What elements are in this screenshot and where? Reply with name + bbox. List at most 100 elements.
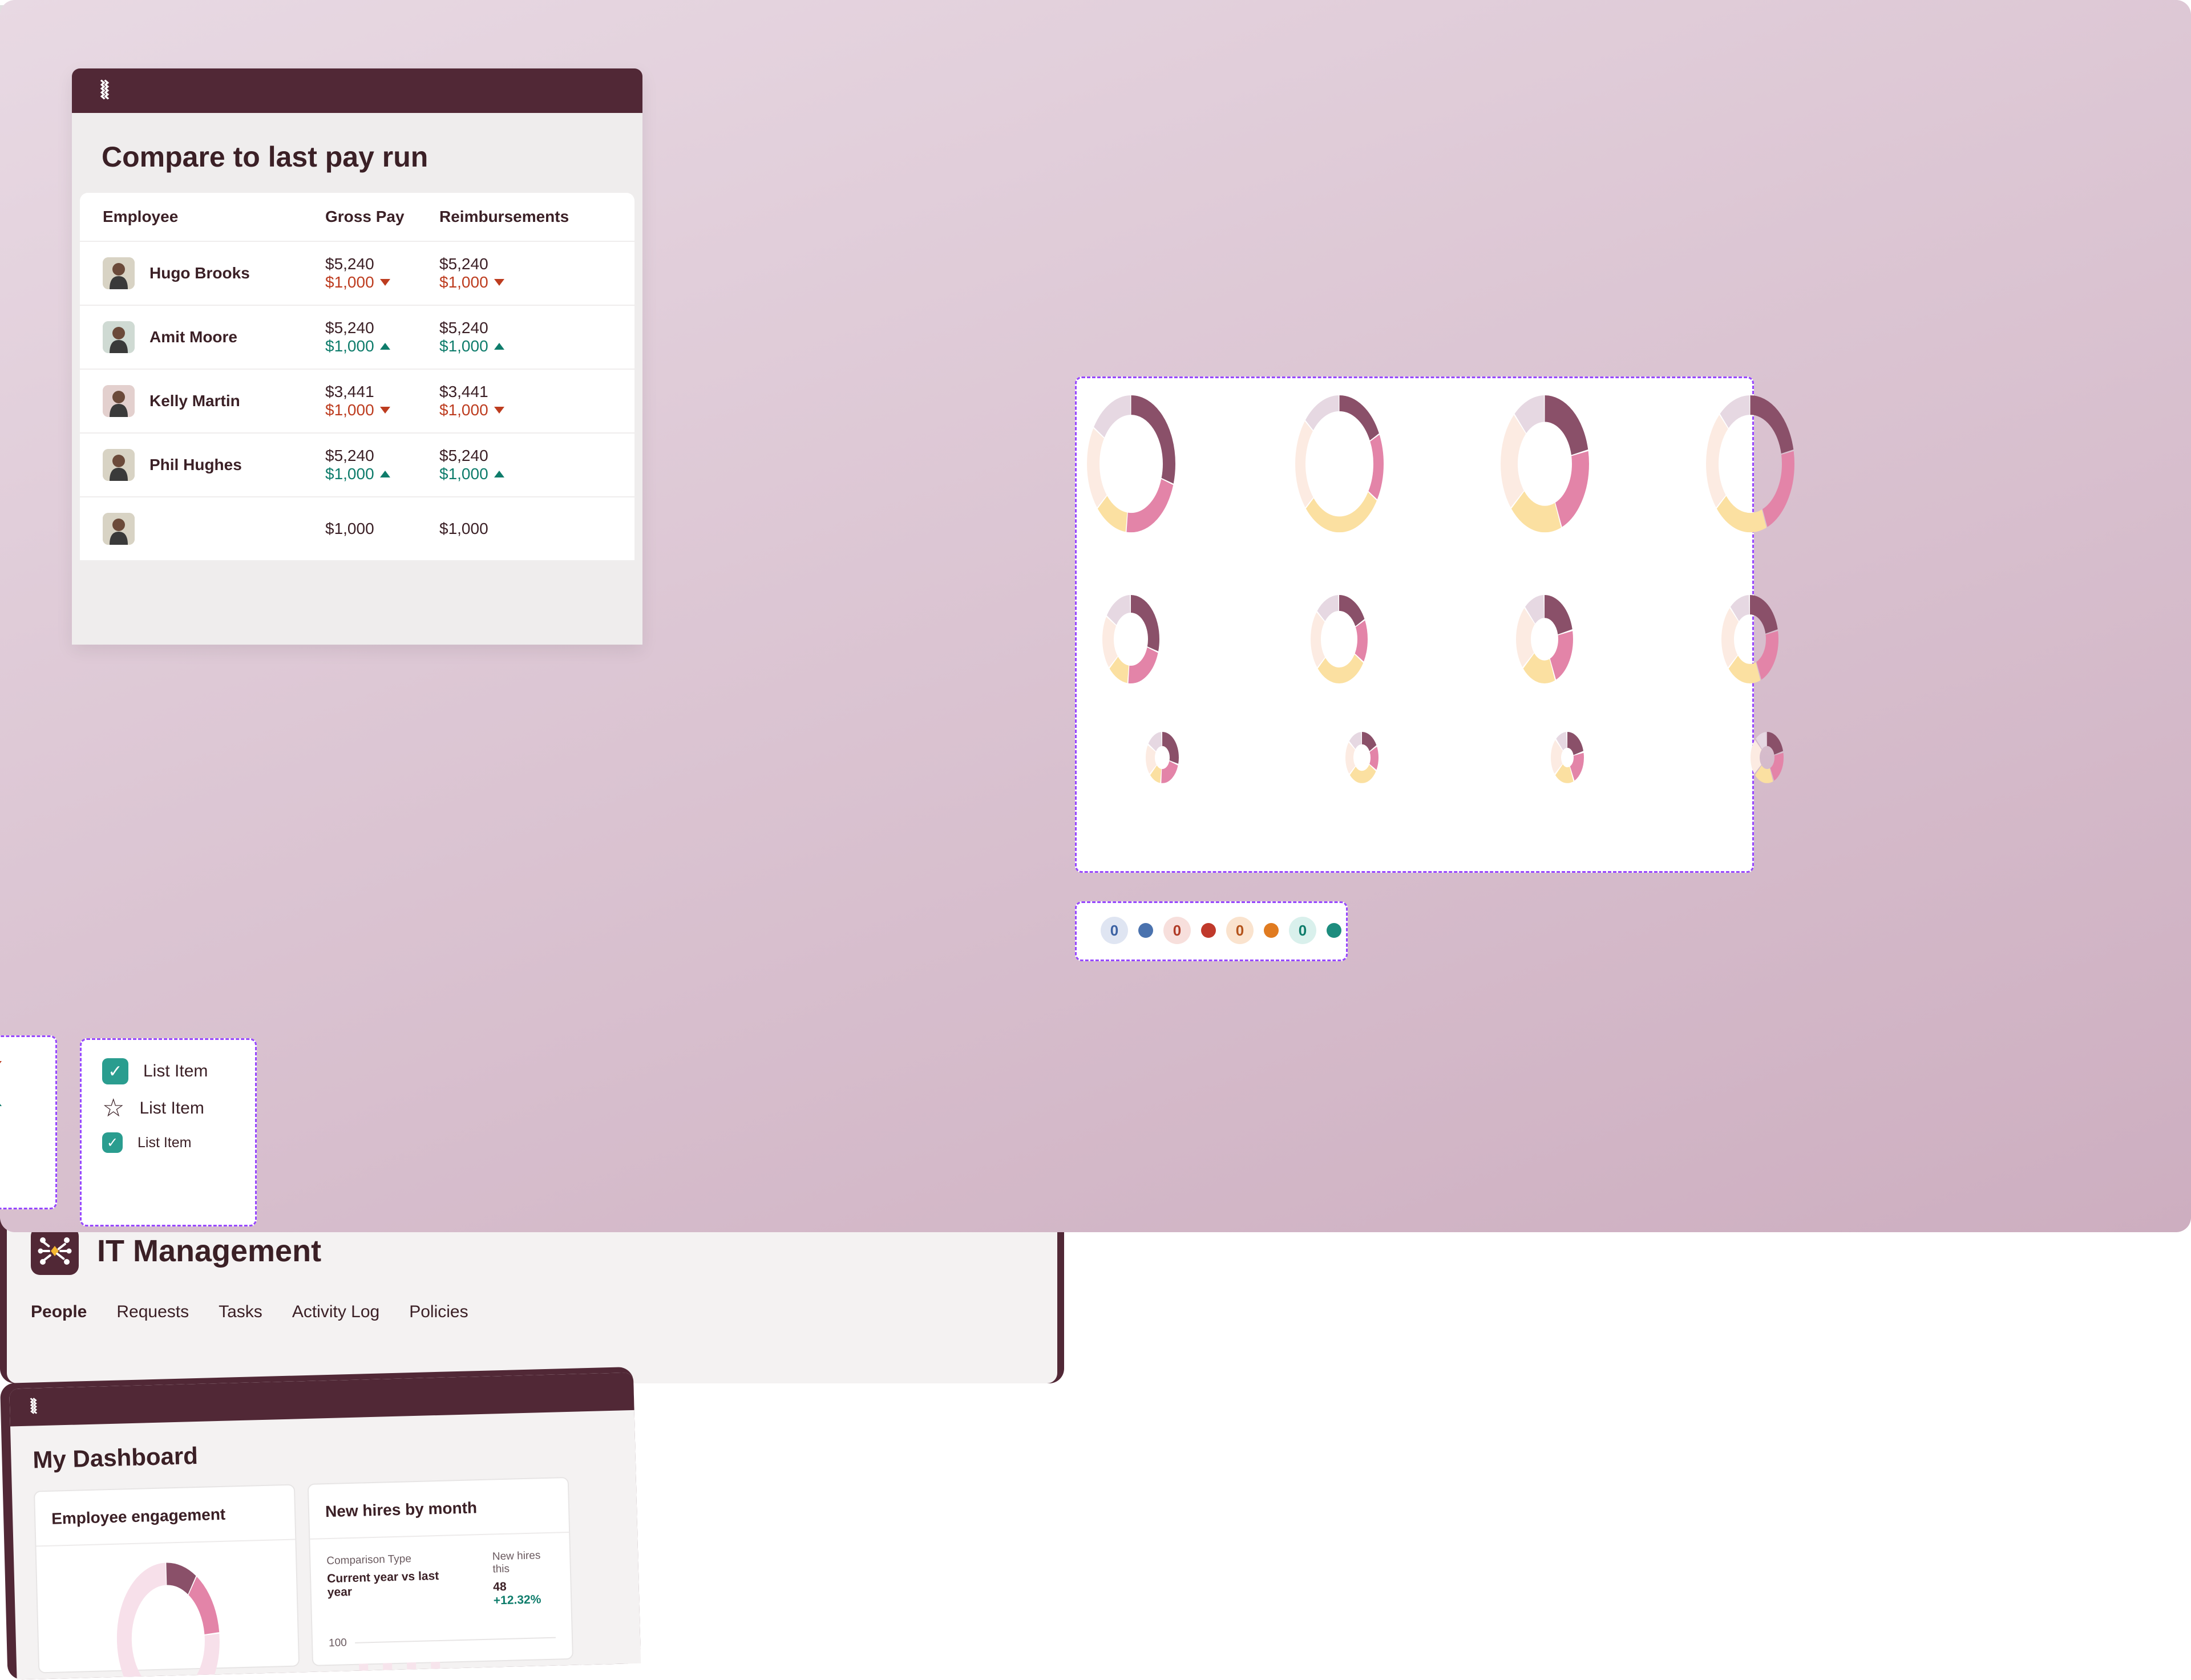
donut-chart-9 xyxy=(1345,732,1379,788)
delta-value: $1,000 xyxy=(439,337,553,355)
table-row[interactable]: Phil Hughes $5,240 $1,000 $5,240 $1,000 xyxy=(80,434,634,497)
donut-chart-8 xyxy=(1146,732,1179,788)
payrun-app-window: ⦚⦚ Compare to last pay run Employee Gros… xyxy=(72,68,642,645)
list-item-list: ✓ List Item ☆ List Item ✓ List Item xyxy=(82,1040,255,1159)
tab-requests[interactable]: Requests xyxy=(116,1302,189,1322)
new-hires-delta: +12.32% xyxy=(493,1593,541,1608)
checkbox-checked-icon[interactable]: ✓ xyxy=(102,1058,128,1084)
donut-chart-1 xyxy=(1295,395,1384,537)
tab-activity-log[interactable]: Activity Log xyxy=(292,1302,379,1322)
donut-chart-10 xyxy=(1551,732,1584,788)
caret-up-icon xyxy=(379,471,390,477)
gross-pay-value: $3,441 xyxy=(325,383,374,400)
donut-ring-9 xyxy=(1345,732,1379,783)
column-header-employee: Employee xyxy=(103,208,179,225)
caret-down-icon xyxy=(494,279,504,286)
gross-pay-value: $5,240 xyxy=(325,447,374,464)
gross-pay-value: $5,240 xyxy=(325,255,374,273)
list-item[interactable]: ✓ List Item xyxy=(82,1127,255,1159)
my-dashboard-window: ⦚⦚ My Dashboard Employee engagement New … xyxy=(0,1366,641,1680)
avatar xyxy=(103,385,135,417)
caret-up-icon xyxy=(0,1099,2,1106)
employee-name: Hugo Brooks xyxy=(149,264,250,282)
gross-pay-value: $5,240 xyxy=(325,319,374,337)
table-row[interactable]: Kelly Martin $3,441 $1,000 $3,441 $1,000 xyxy=(80,370,634,434)
table-body: Hugo Brooks $5,240 $1,000 $5,240 $1,000 … xyxy=(80,242,634,561)
employee-name: Amit Moore xyxy=(149,328,237,346)
employee-name: Kelly Martin xyxy=(149,392,240,410)
column-header-gross-pay: Gross Pay xyxy=(325,208,405,225)
donut-ring-10 xyxy=(1551,732,1584,783)
delta-value: $1,000 xyxy=(439,273,553,292)
table-row[interactable]: Amit Moore $5,240 $1,000 $5,240 $1,000 xyxy=(80,306,634,370)
card-title: Employee engagement xyxy=(35,1485,296,1547)
delta-value: $1,000 xyxy=(439,401,553,419)
donut-chart-6 xyxy=(1516,595,1573,688)
stepper-values-panel: 000000 xyxy=(0,1035,57,1209)
dot-icon xyxy=(1264,923,1279,938)
it-management-icon xyxy=(31,1227,79,1275)
donut-chart-7 xyxy=(1721,595,1778,688)
bar xyxy=(383,1663,393,1680)
list-item-label: List Item xyxy=(139,1099,204,1118)
donut-chart-0 xyxy=(1086,395,1175,537)
reimbursement-value: $5,240 xyxy=(439,255,488,273)
bar xyxy=(431,1661,441,1680)
employee-name: Phil Hughes xyxy=(149,456,242,473)
list-item[interactable]: ☆ List Item xyxy=(82,1090,255,1127)
new-hires-value: 48 +12.32% xyxy=(493,1579,555,1608)
bar xyxy=(407,1662,417,1680)
delta-value: $1,000 xyxy=(325,273,439,292)
caret-up-icon xyxy=(379,343,390,350)
donut-chart-5 xyxy=(1311,595,1368,688)
gross-pay-value: $1,000 xyxy=(325,520,374,537)
payrun-title: Compare to last pay run xyxy=(102,141,429,173)
donut-ring-8 xyxy=(1146,732,1179,783)
donut-chart-3 xyxy=(1705,395,1794,537)
table-row[interactable]: Hugo Brooks $5,240 $1,000 $5,240 $1,000 xyxy=(80,242,634,306)
star-outline-icon[interactable]: ☆ xyxy=(102,1096,124,1121)
donut-ring-3 xyxy=(1705,395,1794,533)
badge-list: 0 0 0 0 xyxy=(1077,903,1346,944)
reimbursement-value: $5,240 xyxy=(439,319,488,337)
tab-tasks[interactable]: Tasks xyxy=(219,1302,262,1322)
card-title: New hires by month xyxy=(308,1478,569,1540)
checkbox-checked-icon[interactable]: ✓ xyxy=(102,1132,123,1153)
list-item[interactable]: ✓ List Item xyxy=(82,1052,255,1090)
dot-icon xyxy=(1327,923,1341,938)
donut-ring-1 xyxy=(1295,395,1384,533)
delta-value: $1,000 xyxy=(325,337,439,355)
donut-chart-4 xyxy=(1102,595,1159,688)
comparison-type-value: Current year vs last year xyxy=(326,1569,439,1600)
donut-ring-7 xyxy=(1721,595,1778,683)
rippling-logo-icon: ⦚⦚ xyxy=(29,1169,39,1197)
bar xyxy=(359,1663,369,1680)
stepper-list: 000000 xyxy=(0,1037,55,1160)
dot-icon xyxy=(1138,923,1153,938)
table-row[interactable]: $1,000 $1,000 xyxy=(80,497,634,561)
count-badge-6: 0 xyxy=(1289,917,1316,944)
reimbursement-value: $3,441 xyxy=(439,383,488,400)
engagement-ring xyxy=(116,1562,220,1680)
comparison-type-label: Comparison Type xyxy=(326,1553,412,1568)
avatar xyxy=(103,321,135,353)
new-hires-card: New hires by month Comparison Type Curre… xyxy=(307,1476,574,1680)
delta-value: $1,000 xyxy=(325,401,439,419)
caret-up-icon xyxy=(494,471,504,477)
tab-people[interactable]: People xyxy=(31,1302,87,1322)
table-header-row: Employee Gross Pay Reimbursements xyxy=(80,193,634,242)
donut-ring-5 xyxy=(1311,595,1368,683)
list-items-panel: ✓ List Item ☆ List Item ✓ List Item xyxy=(80,1038,257,1226)
stepper-value-2: 00 xyxy=(0,1122,55,1160)
delta-value: $1,000 xyxy=(439,465,553,483)
list-item-label: List Item xyxy=(143,1062,208,1080)
donut-ring-4 xyxy=(1102,595,1159,683)
count-badge-4: 0 xyxy=(1226,917,1254,944)
tab-policies[interactable]: Policies xyxy=(409,1302,468,1322)
caret-down-icon xyxy=(379,407,390,414)
donut-chart-grid xyxy=(1077,378,1794,871)
caret-up-icon xyxy=(494,343,504,350)
donut-chart-11 xyxy=(1751,732,1784,788)
donut-ring-11 xyxy=(1751,732,1784,783)
badges-panel: 0 0 0 0 xyxy=(1075,901,1348,961)
